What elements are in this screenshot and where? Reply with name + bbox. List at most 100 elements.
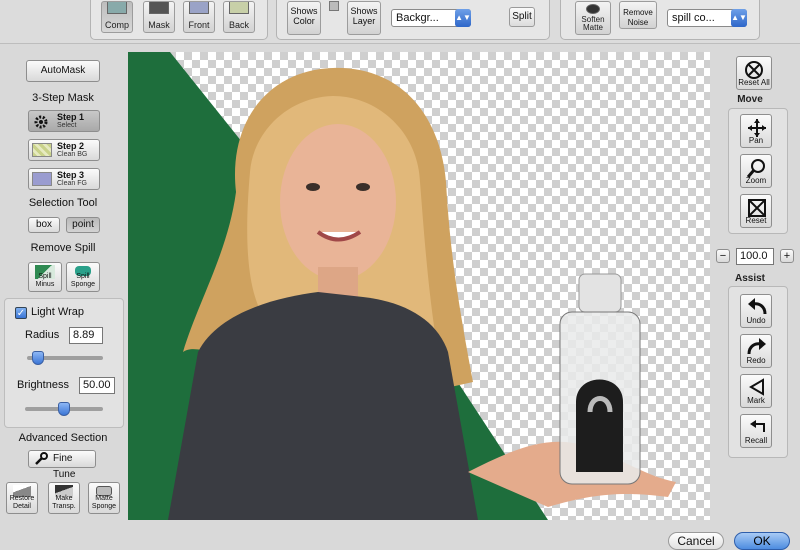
mask-view-icon [149,2,169,14]
restore-detail-button[interactable]: Restore Detail [6,482,38,514]
step2-title: Step 2 [57,141,85,151]
reset-view-icon [748,199,766,217]
bottle-label [576,379,623,472]
point-label: point [72,219,94,230]
step1-title: Step 1 [57,112,85,122]
soften-matte-icon [586,4,600,14]
point-tool-button[interactable]: point [66,217,100,233]
shows-color-button[interactable]: Shows Color [287,1,321,35]
step3-clean-fg-button[interactable]: Step 3 Clean FG [28,168,100,190]
wrench-icon [34,452,48,472]
view-buttons-group: Comp Mask Front Back [90,0,268,40]
shows-layer-button[interactable]: Shows Layer [347,1,381,35]
step2-clean-bg-button[interactable]: Step 2 Clean BG [28,139,100,161]
background-select[interactable]: Backgr... ▲▼ [391,9,471,27]
zoom-button[interactable]: Zoom [740,154,772,188]
cancel-button[interactable]: Cancel [668,532,724,550]
soften-matte-button[interactable]: Soften Matte [575,1,611,35]
color-swatch[interactable] [329,1,339,11]
make-transparent-button[interactable]: Make Transp. [48,482,80,514]
remove-noise-button[interactable]: Remove Noise [619,1,657,29]
spill-sponge-button[interactable]: Spill Sponge [66,262,100,292]
comp-view-button[interactable]: Comp [101,1,133,33]
front-view-icon [189,2,209,14]
step2-subtitle: Clean BG [57,151,88,158]
reset-all-button[interactable]: Reset All [736,56,772,90]
split-button[interactable]: Split [509,7,535,27]
recall-button[interactable]: Recall [740,414,772,448]
select-arrows-icon: ▲▼ [731,9,747,27]
pan-button[interactable]: Pan [740,114,772,148]
recall-label: Recall [744,436,768,445]
move-title: Move [737,94,763,105]
step1-subtitle: Select [57,122,77,129]
reset-view-button[interactable]: Reset [740,194,772,228]
background-group: Shows Color Shows Layer Backgr... ▲▼ Spl… [276,0,550,40]
zoom-label: Zoom [745,176,767,185]
undo-button[interactable]: Undo [740,294,772,328]
back-label: Back [228,20,249,30]
soften-matte-label: Soften Matte [581,15,605,32]
box-label: box [35,219,53,230]
spill-sponge-label: Spill Sponge [70,273,96,288]
box-tool-button[interactable]: box [28,217,60,233]
zoom-plus-label: + [783,250,791,262]
mark-button[interactable]: Mark [740,374,772,408]
clean-bg-icon [32,143,52,157]
keyed-photo [128,52,676,520]
matte-sponge-button[interactable]: Matte Sponge [88,482,120,514]
cancel-label: Cancel [677,534,715,548]
zoom-minus-label: − [719,250,727,262]
recall-icon [750,420,765,432]
zoom-level-field[interactable]: 100.0 [736,248,774,265]
matte-group: Soften Matte Remove Noise spill co... ▲▼ [560,0,760,40]
top-toolbar: Comp Mask Front Back Shows Color Shows L… [0,0,800,44]
fine-tune-label: Fine Tune [53,453,76,480]
spill-color-select-value: spill co... [672,12,715,24]
brightness-slider-knob[interactable] [58,402,70,416]
back-view-button[interactable]: Back [223,1,255,33]
redo-button[interactable]: Redo [740,334,772,368]
brightness-slider[interactable] [25,402,103,416]
zoom-in-button[interactable]: + [780,249,794,263]
spill-minus-label: Spill Minus [35,273,55,288]
gear-icon [32,114,52,129]
front-view-button[interactable]: Front [183,1,215,33]
make-transparent-label: Make Transp. [52,495,76,510]
front-label: Front [188,20,210,30]
right-eye [356,183,370,191]
brightness-field[interactable]: 50.00 [79,377,115,394]
image-canvas[interactable] [128,52,710,520]
shows-color-label: Shows Color [290,6,318,26]
remove-noise-label: Remove Noise [623,8,653,27]
step3-title: Step 3 [57,170,85,180]
left-eye [306,183,320,191]
radius-slider-knob[interactable] [32,351,44,365]
spill-color-select[interactable]: spill co... ▲▼ [667,9,747,27]
mark-label: Mark [747,396,765,405]
light-wrap-checkbox[interactable]: ✓ [15,307,27,319]
mask-view-button[interactable]: Mask [143,1,175,33]
bottle-cap [578,273,622,313]
redo-icon [747,338,766,355]
face-shape [280,124,396,280]
fine-tune-button[interactable]: Fine Tune [28,450,96,480]
shows-layer-label: Shows Layer [350,6,378,26]
reset-label: Reset [745,216,767,225]
assist-title: Assist [734,273,765,284]
radius-label: Radius [25,329,60,341]
zoom-out-button[interactable]: − [716,249,730,263]
radius-field[interactable]: 8.89 [69,327,103,344]
remove-spill-title: Remove Spill [30,242,96,254]
spill-minus-button[interactable]: Spill Minus [28,262,62,292]
step1-select-button[interactable]: Step 1 Select [28,110,100,132]
mark-flag-icon [749,378,764,396]
comp-label: Comp [104,20,129,30]
select-arrows-icon: ▲▼ [455,9,471,27]
step3-subtitle: Clean FG [57,180,87,187]
composite-view-icon [107,2,127,14]
radius-slider[interactable] [27,351,103,365]
undo-icon [748,298,767,315]
automask-button[interactable]: AutoMask [26,60,100,82]
ok-button[interactable]: OK [734,532,790,550]
